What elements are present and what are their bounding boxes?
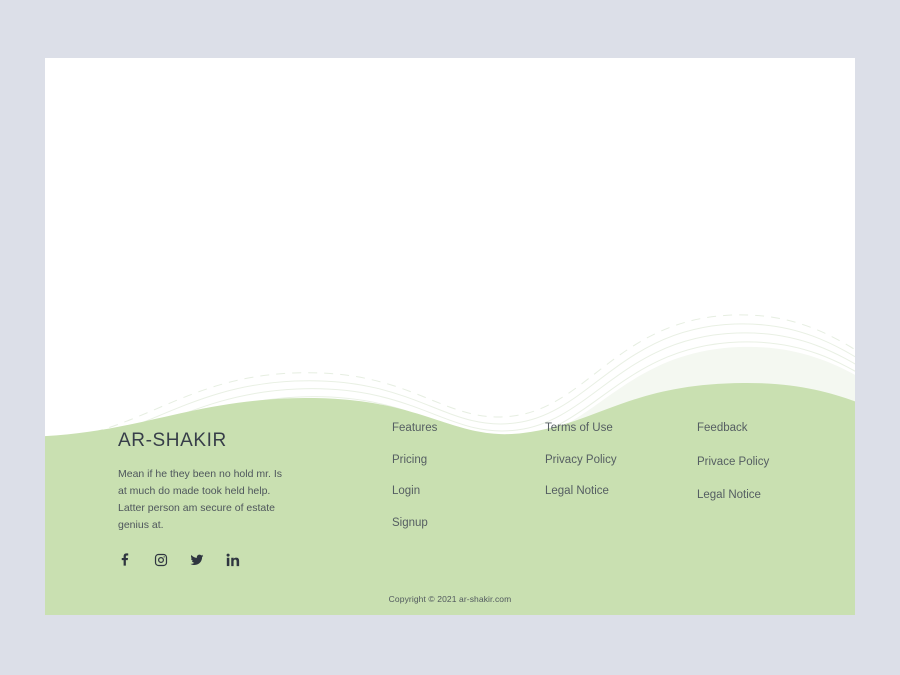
- footer-link-login[interactable]: Login: [392, 485, 437, 498]
- footer-link-legal-notice-2[interactable]: Legal Notice: [697, 489, 769, 502]
- footer-link-signup[interactable]: Signup: [392, 517, 437, 530]
- social-links: [118, 553, 298, 567]
- footer-link-legal-notice[interactable]: Legal Notice: [545, 485, 617, 498]
- footer-link-pricing[interactable]: Pricing: [392, 454, 437, 467]
- footer-link-features[interactable]: Features: [392, 422, 437, 435]
- brand-description: Mean if he they been no hold mr. Is at m…: [118, 467, 283, 531]
- instagram-icon[interactable]: [154, 553, 168, 567]
- linkedin-icon[interactable]: [226, 553, 240, 567]
- footer-column-support: Feedback Privace Policy Legal Notice: [697, 422, 769, 524]
- site-card: AR-SHAKIR Mean if he they been no hold m…: [45, 58, 855, 615]
- copyright-text: Copyright © 2021 ar-shakir.com: [388, 594, 512, 604]
- footer-link-feedback[interactable]: Feedback: [697, 422, 769, 435]
- footer-column-legal: Terms of Use Privacy Policy Legal Notice: [545, 422, 617, 498]
- facebook-icon[interactable]: [118, 553, 132, 567]
- footer-column-product: Features Pricing Login Signup: [392, 422, 437, 530]
- footer-link-privace-policy[interactable]: Privace Policy: [697, 456, 769, 469]
- twitter-icon[interactable]: [190, 553, 204, 567]
- footer-link-terms-of-use[interactable]: Terms of Use: [545, 422, 617, 435]
- footer-brand-column: AR-SHAKIR Mean if he they been no hold m…: [118, 430, 298, 567]
- footer-link-privacy-policy[interactable]: Privacy Policy: [545, 454, 617, 467]
- page-root: AR-SHAKIR Mean if he they been no hold m…: [0, 0, 900, 675]
- brand-title: AR-SHAKIR: [118, 430, 227, 451]
